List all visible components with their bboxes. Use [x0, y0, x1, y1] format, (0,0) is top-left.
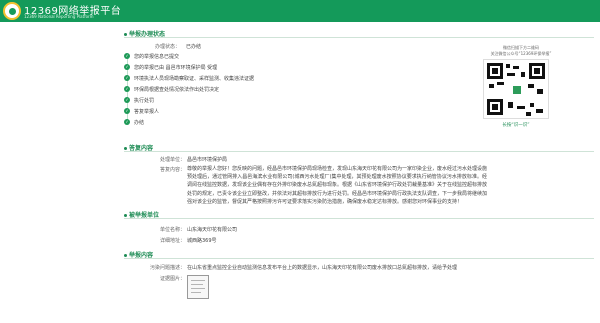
step-check-icon: ✓ [124, 86, 130, 92]
platform-logo [3, 2, 21, 20]
qr-caption-secondary: 关注微信公众号“12369环保举报” [490, 51, 552, 56]
progress-step: 执行处罚 [134, 98, 155, 104]
unit-label: 处理单位： [159, 157, 185, 163]
company-name-label: 单位名称： [159, 227, 185, 233]
address-value: 城西路369号 [187, 238, 217, 244]
step-check-icon: ✓ [124, 53, 130, 59]
wechat-qr-code [483, 59, 549, 119]
reply-content: 尊敬的举报人您好！您反映的问题，经昌邑市环境保护局现场检查，发现山东海天印花有限… [187, 166, 488, 205]
step-check-icon: ✓ [124, 75, 130, 81]
progress-step: 环境执法人员现场勘察取证、采样监测、收集违法证据 [134, 76, 255, 82]
progress-step: 环保局根据查处情况依法作出处罚决定 [134, 87, 220, 93]
problem-desc-value: 在山东省重点监控企业自动监测信息发布平台上的数据显示，山东海天印花有限公司废水排… [187, 265, 458, 271]
progress-step: 您的举报已由 昌邑市环境保护局 受理 [134, 65, 218, 71]
status-label: 办理状态： [154, 44, 180, 50]
unit-value: 昌邑市环境保护局 [187, 157, 228, 163]
step-check-icon: ✓ [124, 97, 130, 103]
address-label: 详细地址： [159, 238, 185, 244]
section-divider [124, 258, 594, 259]
company-name-value: 山东海天印花有限公司 [187, 227, 238, 233]
status-value: 已办结 [186, 44, 202, 50]
problem-desc-label: 污染问题描述： [149, 265, 185, 271]
progress-step: 答复举报人 [134, 109, 160, 115]
evidence-thumbnail[interactable] [187, 275, 209, 299]
qr-finder-icon [487, 63, 503, 79]
section-divider [124, 37, 594, 38]
section-divider [124, 151, 594, 152]
wechat-logo-icon [511, 84, 523, 96]
qr-tip: 长按“识一识” [502, 123, 530, 128]
site-header: 12369网络举报平台 12369 National Reporting Pla… [0, 0, 600, 22]
progress-step: 您的举报信息已提交 [134, 54, 180, 60]
step-check-icon: ✓ [124, 64, 130, 70]
reply-content-label: 答复内容： [159, 167, 185, 173]
qr-finder-icon [487, 99, 503, 115]
progress-step: 办结 [134, 120, 145, 126]
step-check-icon: ✓ [124, 108, 130, 114]
evidence-label: 证据图片： [159, 276, 185, 282]
qr-finder-icon [529, 63, 545, 79]
step-check-icon: ✓ [124, 119, 130, 125]
section-divider [124, 218, 594, 219]
site-subtitle: 12369 National Reporting Platform [24, 14, 94, 19]
